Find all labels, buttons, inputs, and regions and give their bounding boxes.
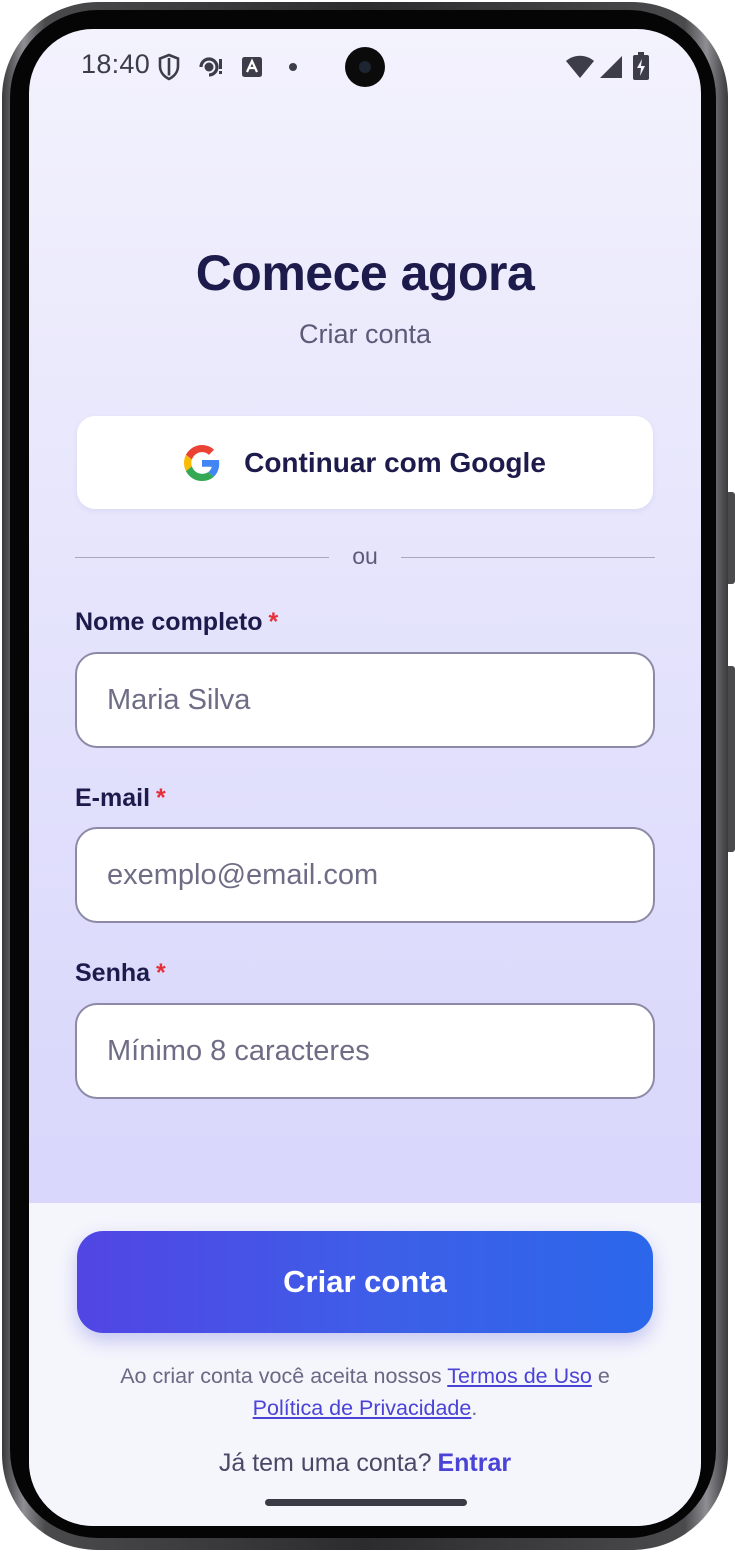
home-indicator[interactable] bbox=[265, 1499, 467, 1506]
wifi-icon bbox=[566, 55, 594, 78]
divider-label: ou bbox=[352, 543, 378, 569]
page-title: Comece agora bbox=[195, 245, 535, 301]
status-time: 18:40 bbox=[81, 49, 151, 79]
required-marker: * bbox=[268, 608, 279, 636]
terms-of-use-link[interactable]: Termos de Uso bbox=[447, 1364, 592, 1388]
full-name-label: Nome completo * bbox=[75, 608, 278, 637]
sync-alert-icon bbox=[199, 57, 222, 77]
bottom-panel: Criar conta Ao criar conta você aceita n… bbox=[29, 1203, 701, 1526]
email-label: E-mail * bbox=[75, 784, 166, 813]
google-icon bbox=[184, 444, 220, 481]
text-a-icon bbox=[242, 57, 262, 77]
divider-line-left bbox=[75, 557, 329, 558]
required-marker: * bbox=[156, 959, 166, 987]
login-prompt-text: Já tem uma conta? bbox=[218, 1449, 432, 1477]
google-button-label: Continuar com Google bbox=[244, 446, 546, 478]
password-label: Senha * bbox=[75, 959, 166, 988]
privacy-policy-link[interactable]: Política de Privacidade bbox=[253, 1396, 472, 1420]
password-input[interactable] bbox=[75, 1003, 655, 1099]
power-button bbox=[728, 666, 735, 852]
password-label-text: Senha bbox=[75, 959, 151, 987]
cellular-icon bbox=[600, 56, 622, 78]
page-subtitle: Criar conta bbox=[298, 319, 432, 349]
status-bar: 18:40 bbox=[29, 29, 701, 105]
screen: 18:40 Comece agora Criar conta Continuar… bbox=[29, 29, 701, 1526]
full-name-input[interactable] bbox=[75, 652, 655, 748]
required-marker: * bbox=[156, 784, 166, 812]
terms-notice: Ao criar conta você aceita nossos Termos… bbox=[69, 1360, 661, 1424]
full-name-label-text: Nome completo bbox=[75, 608, 263, 636]
login-link[interactable]: Entrar bbox=[437, 1449, 511, 1477]
email-input[interactable] bbox=[75, 827, 655, 923]
phone-device: 18:40 Comece agora Criar conta Continuar… bbox=[0, 0, 735, 1553]
volume-button bbox=[728, 492, 735, 584]
continue-with-google-button[interactable]: Continuar com Google bbox=[77, 416, 653, 509]
create-account-button[interactable]: Criar conta bbox=[77, 1231, 653, 1333]
terms-prefix: Ao criar conta você aceita nossos bbox=[120, 1364, 442, 1388]
front-camera bbox=[345, 47, 385, 87]
terms-conjunction: e bbox=[597, 1364, 610, 1388]
divider-line-right bbox=[401, 557, 655, 558]
shield-icon bbox=[158, 53, 180, 81]
terms-suffix: . bbox=[471, 1396, 478, 1420]
dot-icon bbox=[289, 63, 297, 71]
battery-charging-icon bbox=[633, 52, 649, 80]
email-label-text: E-mail bbox=[75, 784, 151, 812]
login-prompt: Já tem uma conta? Entrar bbox=[29, 1449, 701, 1478]
